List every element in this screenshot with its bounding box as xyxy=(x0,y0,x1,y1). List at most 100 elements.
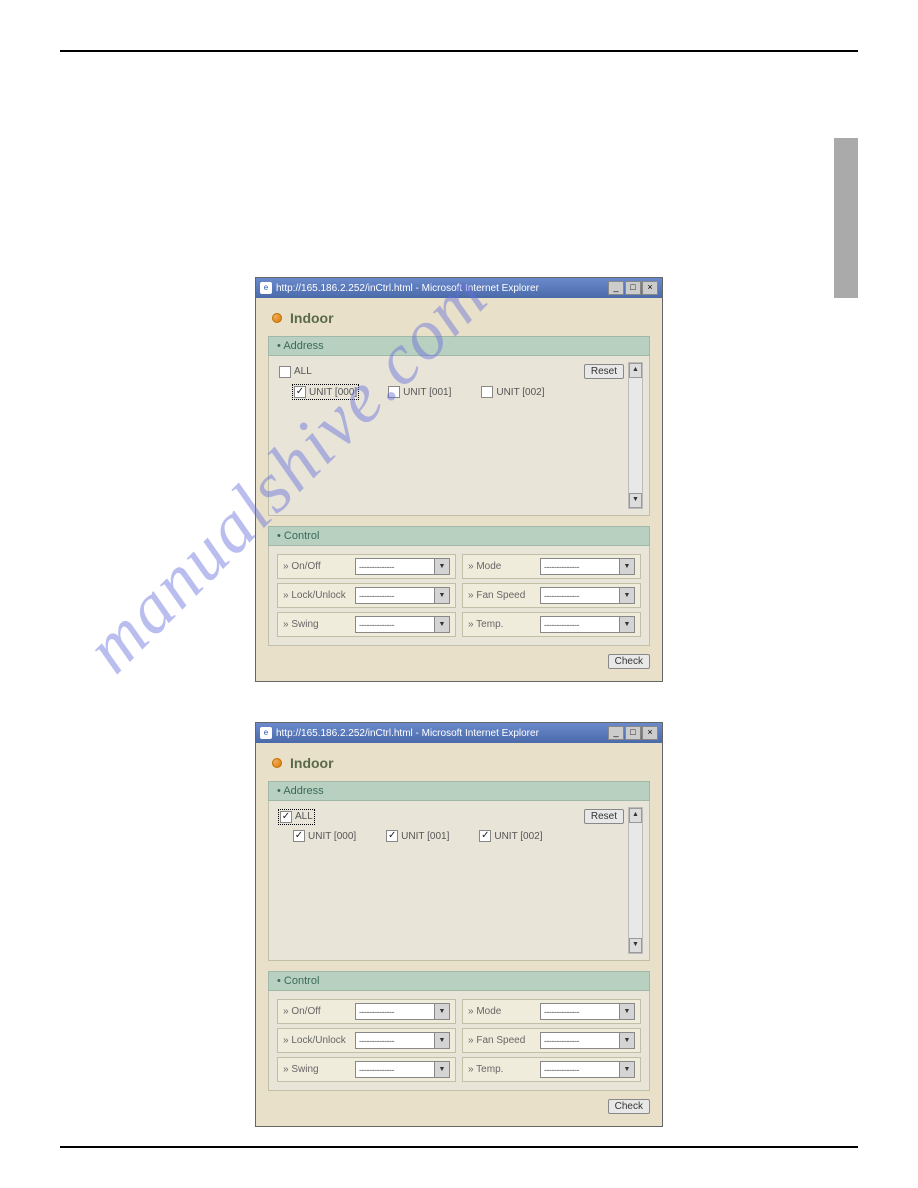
control-panel: On/Off --------------▼ Lock/Unlock -----… xyxy=(268,546,650,646)
unit-002-checkbox[interactable] xyxy=(481,386,493,398)
scroll-track[interactable] xyxy=(629,823,642,938)
fanspeed-dropdown[interactable]: --------------▼ xyxy=(540,587,635,604)
titlebar-text: http://165.186.2.252/inCtrl.html - Micro… xyxy=(276,283,539,294)
lock-row: Lock/Unlock --------------▼ xyxy=(277,583,456,608)
top-rule xyxy=(60,50,858,52)
mode-dropdown[interactable]: --------------▼ xyxy=(540,558,635,575)
temp-value: -------------- xyxy=(541,1065,619,1075)
chevron-down-icon[interactable]: ▼ xyxy=(619,588,634,603)
onoff-value: -------------- xyxy=(356,1007,434,1017)
minimize-button[interactable]: _ xyxy=(608,726,624,740)
maximize-button[interactable]: □ xyxy=(625,281,641,295)
scroll-down-button[interactable]: ▼ xyxy=(629,493,642,508)
onoff-row: On/Off --------------▼ xyxy=(277,554,456,579)
swing-dropdown[interactable]: --------------▼ xyxy=(355,1061,450,1078)
all-checkbox[interactable] xyxy=(280,811,292,823)
close-button[interactable]: × xyxy=(642,281,658,295)
unit-000-label: UNIT [000] xyxy=(309,387,357,398)
lock-dropdown[interactable]: --------------▼ xyxy=(355,587,450,604)
temp-row: Temp. --------------▼ xyxy=(462,1057,641,1082)
address-scrollbar[interactable]: ▲ ▼ xyxy=(628,362,643,509)
fanspeed-label: Fan Speed xyxy=(468,590,540,601)
fanspeed-dropdown[interactable]: --------------▼ xyxy=(540,1032,635,1049)
address-panel: ALL Reset UNIT [000] UNIT [001] xyxy=(268,356,650,516)
scroll-track[interactable] xyxy=(629,378,642,493)
lock-dropdown[interactable]: --------------▼ xyxy=(355,1032,450,1049)
temp-dropdown[interactable]: --------------▼ xyxy=(540,1061,635,1078)
unit-001-label: UNIT [001] xyxy=(403,387,451,398)
bullet-icon xyxy=(272,313,282,323)
chevron-down-icon[interactable]: ▼ xyxy=(434,617,449,632)
maximize-button[interactable]: □ xyxy=(625,726,641,740)
unit-001-group[interactable]: UNIT [001] xyxy=(386,830,449,842)
unit-001-label: UNIT [001] xyxy=(401,831,449,842)
minimize-button[interactable]: _ xyxy=(608,281,624,295)
unit-001-checkbox[interactable] xyxy=(386,830,398,842)
fanspeed-value: -------------- xyxy=(541,591,619,601)
onoff-dropdown[interactable]: --------------▼ xyxy=(355,558,450,575)
lock-label: Lock/Unlock xyxy=(283,1035,355,1046)
chevron-down-icon[interactable]: ▼ xyxy=(434,559,449,574)
lock-value: -------------- xyxy=(356,591,434,601)
swing-row: Swing --------------▼ xyxy=(277,612,456,637)
all-checkbox-group[interactable]: ALL xyxy=(279,366,312,378)
scroll-down-button[interactable]: ▼ xyxy=(629,938,642,953)
unit-002-label: UNIT [002] xyxy=(496,387,544,398)
page-title: Indoor xyxy=(290,310,334,326)
temp-label: Temp. xyxy=(468,619,540,630)
chevron-down-icon[interactable]: ▼ xyxy=(619,1004,634,1019)
scroll-up-button[interactable]: ▲ xyxy=(629,363,642,378)
chevron-down-icon[interactable]: ▼ xyxy=(434,1062,449,1077)
bullet-icon xyxy=(272,758,282,768)
onoff-dropdown[interactable]: --------------▼ xyxy=(355,1003,450,1020)
all-label: ALL xyxy=(294,366,312,377)
temp-row: Temp. --------------▼ xyxy=(462,612,641,637)
control-header: Control xyxy=(268,971,650,991)
unit-000-group[interactable]: UNIT [000] xyxy=(293,830,356,842)
unit-001-checkbox[interactable] xyxy=(388,386,400,398)
unit-002-group[interactable]: UNIT [002] xyxy=(479,830,542,842)
close-button[interactable]: × xyxy=(642,726,658,740)
mode-value: -------------- xyxy=(541,1007,619,1017)
unit-001-group[interactable]: UNIT [001] xyxy=(388,385,451,399)
mode-label: Mode xyxy=(468,1006,540,1017)
titlebar: e http://165.186.2.252/inCtrl.html - Mic… xyxy=(256,723,662,743)
check-button[interactable]: Check xyxy=(608,1099,650,1114)
all-checkbox-group[interactable]: ALL xyxy=(279,810,314,824)
chevron-down-icon[interactable]: ▼ xyxy=(619,559,634,574)
chevron-down-icon[interactable]: ▼ xyxy=(619,617,634,632)
address-panel: ALL Reset UNIT [000] UNIT [001] xyxy=(268,801,650,961)
page-title: Indoor xyxy=(290,755,334,771)
mode-label: Mode xyxy=(468,561,540,572)
fanspeed-value: -------------- xyxy=(541,1036,619,1046)
bottom-rule xyxy=(60,1146,858,1148)
unit-000-group[interactable]: UNIT [000] xyxy=(293,385,358,399)
fanspeed-label: Fan Speed xyxy=(468,1035,540,1046)
mode-dropdown[interactable]: --------------▼ xyxy=(540,1003,635,1020)
chevron-down-icon[interactable]: ▼ xyxy=(619,1033,634,1048)
all-checkbox[interactable] xyxy=(279,366,291,378)
chevron-down-icon[interactable]: ▼ xyxy=(434,588,449,603)
unit-000-checkbox[interactable] xyxy=(294,386,306,398)
reset-button[interactable]: Reset xyxy=(584,364,624,379)
scroll-up-button[interactable]: ▲ xyxy=(629,808,642,823)
chevron-down-icon[interactable]: ▼ xyxy=(434,1033,449,1048)
check-button[interactable]: Check xyxy=(608,654,650,669)
unit-002-label: UNIT [002] xyxy=(494,831,542,842)
control-header: Control xyxy=(268,526,650,546)
address-scrollbar[interactable]: ▲ ▼ xyxy=(628,807,643,954)
lock-row: Lock/Unlock --------------▼ xyxy=(277,1028,456,1053)
swing-dropdown[interactable]: --------------▼ xyxy=(355,616,450,633)
unit-002-group[interactable]: UNIT [002] xyxy=(481,385,544,399)
mode-row: Mode --------------▼ xyxy=(462,999,641,1024)
chevron-down-icon[interactable]: ▼ xyxy=(434,1004,449,1019)
temp-value: -------------- xyxy=(541,620,619,630)
unit-002-checkbox[interactable] xyxy=(479,830,491,842)
chevron-down-icon[interactable]: ▼ xyxy=(619,1062,634,1077)
reset-button[interactable]: Reset xyxy=(584,809,624,824)
lock-label: Lock/Unlock xyxy=(283,590,355,601)
swing-label: Swing xyxy=(283,619,355,630)
temp-dropdown[interactable]: --------------▼ xyxy=(540,616,635,633)
mode-row: Mode --------------▼ xyxy=(462,554,641,579)
unit-000-checkbox[interactable] xyxy=(293,830,305,842)
